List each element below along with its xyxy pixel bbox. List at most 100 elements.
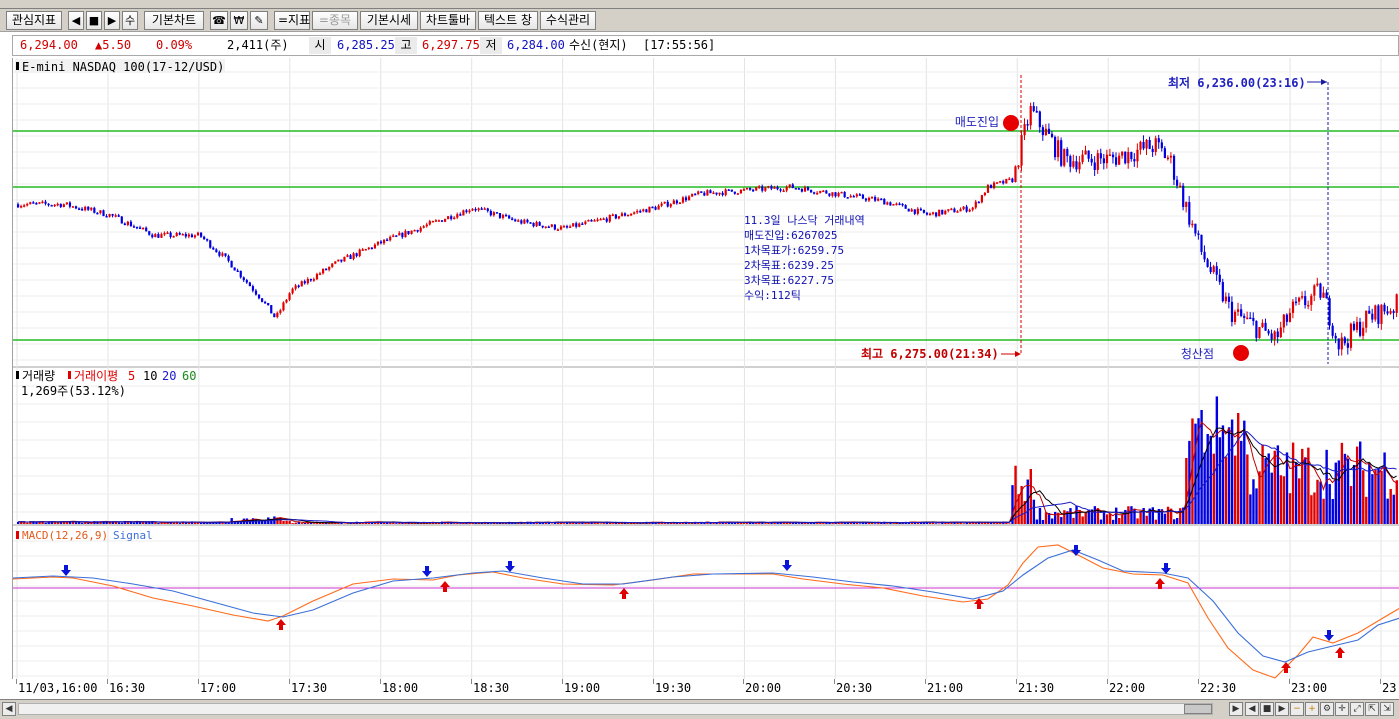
toolbar-button[interactable]: ₩ (230, 11, 248, 30)
collapse-icon[interactable]: ⇱ (1365, 702, 1379, 716)
zoom-in-icon[interactable]: + (1305, 702, 1319, 716)
candle-body (1279, 327, 1282, 338)
candle-body (1368, 310, 1371, 314)
candle-body (1075, 161, 1078, 170)
candle-body (996, 182, 999, 184)
nav-next-icon[interactable]: ▶ (1275, 702, 1289, 716)
candle-body (660, 203, 663, 206)
candle-body (843, 191, 846, 198)
settings-gear-icon[interactable]: ⚙ (1320, 702, 1334, 716)
scroll-track[interactable] (18, 703, 1213, 715)
volume-bar (639, 523, 642, 524)
candle-body (749, 188, 752, 190)
candle-body (270, 305, 273, 314)
toolbar-button[interactable]: ◀ (68, 11, 84, 30)
candle-body (794, 188, 797, 190)
volume-bar (791, 522, 795, 524)
scroll-thumb[interactable] (1184, 704, 1212, 714)
candle-body (813, 192, 816, 194)
x-axis-tick (471, 679, 472, 684)
candle-body (1026, 124, 1029, 126)
candle-body (1139, 141, 1142, 150)
candle-body (922, 209, 926, 213)
candle-body (212, 247, 215, 250)
volume-bar (178, 522, 182, 524)
toolbar-button[interactable]: 차트툴바 (420, 11, 476, 30)
volume-bar (1328, 484, 1331, 524)
candle-body (1285, 314, 1288, 322)
candle-body (151, 234, 154, 238)
toolbar-button[interactable]: 수 (122, 11, 138, 30)
candle-body (1316, 283, 1319, 286)
candle-body (35, 202, 38, 205)
chart-scrollbar[interactable]: ◀ ▶ ◀ ■ ▶ − + ⚙ ✛ ⤢ ⇱ ⇲ (0, 699, 1399, 719)
toolbar-button[interactable]: ☎ (210, 11, 228, 30)
candle-body (730, 189, 733, 192)
expand-icon[interactable]: ⇲ (1380, 702, 1394, 716)
toolbar-button[interactable]: 기본시세 (360, 11, 418, 30)
candle-body (163, 232, 166, 235)
candle-body (511, 218, 514, 220)
nav-prev-icon[interactable]: ◀ (1245, 702, 1259, 716)
chart-area[interactable]: E-mini NASDAQ 100(17-12/USD) 거래량 거래이평 5 … (12, 58, 1399, 679)
candle-body (575, 223, 578, 227)
toolbar-button[interactable]: 기본차트 (144, 11, 204, 30)
candle-body (1288, 312, 1292, 322)
candle-body (1136, 149, 1139, 162)
scroll-right-button[interactable]: ▶ (1229, 702, 1243, 716)
candle-body (709, 190, 712, 194)
toolbar-button[interactable]: ✎ (250, 11, 268, 30)
candle-body (736, 193, 739, 195)
candle-body (840, 191, 843, 194)
candle-body (117, 215, 120, 217)
open-value: 6,285.25 (337, 38, 395, 52)
toolbar-button[interactable]: =지표 (274, 11, 310, 30)
candle-body (450, 216, 453, 220)
candle-body (38, 202, 41, 204)
fullscreen-icon[interactable]: ⤢ (1350, 702, 1364, 716)
candle-body (852, 195, 855, 198)
trade-note-line: 3차목표:6227.75 (744, 274, 834, 287)
candle-body (520, 220, 523, 224)
nav-stop-icon[interactable]: ■ (1260, 702, 1274, 716)
volume-bar (806, 523, 810, 524)
candle-body (703, 192, 706, 196)
x-axis-label: 23:00 (1291, 681, 1328, 695)
volume-bar (822, 523, 825, 524)
crosshair-icon[interactable]: ✛ (1335, 702, 1349, 716)
toolbar-button[interactable]: 관심지표 (6, 11, 62, 30)
candle-body (941, 209, 944, 215)
candle-body (898, 203, 901, 206)
candle-body (877, 198, 880, 201)
candle-body (135, 226, 139, 229)
candle-body (480, 208, 483, 210)
scroll-left-button[interactable]: ◀ (2, 702, 16, 716)
candle-body (776, 186, 779, 190)
volume-value: 2,411(주) (227, 38, 289, 52)
zoom-out-icon[interactable]: − (1290, 702, 1304, 716)
candle-body (1346, 343, 1349, 348)
candle-body (1130, 151, 1133, 160)
chart-canvas[interactable]: E-mini NASDAQ 100(17-12/USD) 거래량 거래이평 5 … (12, 58, 1399, 679)
candle-body (1359, 321, 1362, 336)
toolbar-button[interactable]: 텍스트 창 (478, 11, 538, 30)
toolbar-button[interactable]: =종목 (312, 11, 358, 30)
volume-bar (1154, 519, 1158, 524)
toolbar-button[interactable]: ■ (86, 11, 102, 30)
volume-bar (1224, 456, 1228, 524)
volume-bar (886, 523, 889, 524)
candle-body (1047, 128, 1051, 134)
panel-marker (68, 371, 71, 379)
toolbar-button[interactable]: ▶ (104, 11, 120, 30)
candle-body (114, 215, 117, 217)
candle-body (1380, 304, 1383, 324)
toolbar-button[interactable]: 수식관리 (540, 11, 596, 30)
candle-body (535, 222, 538, 227)
volume-bar (1310, 495, 1313, 524)
candle-body (913, 209, 916, 214)
candle-body (279, 310, 282, 313)
candle-body (602, 218, 605, 221)
candle-body (935, 212, 938, 217)
candle-body (745, 188, 749, 190)
candle-body (999, 181, 1002, 183)
